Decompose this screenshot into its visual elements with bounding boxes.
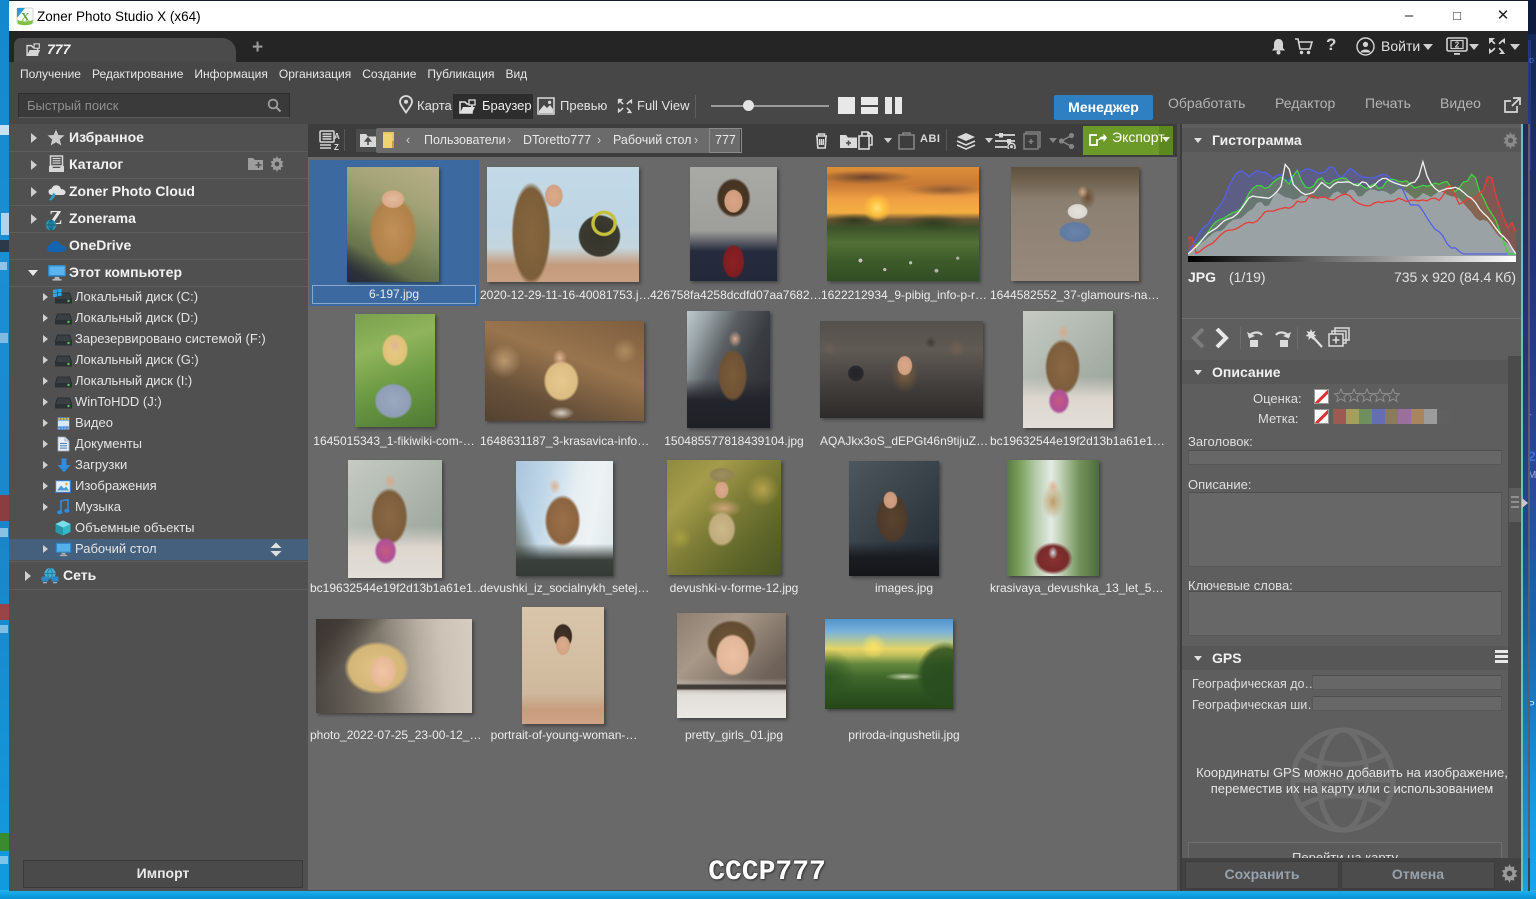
svg-text:A: A [334,132,340,141]
svg-text:2: 2 [1455,41,1460,50]
svg-text:X: X [21,10,30,24]
svg-text:Z: Z [334,143,339,151]
